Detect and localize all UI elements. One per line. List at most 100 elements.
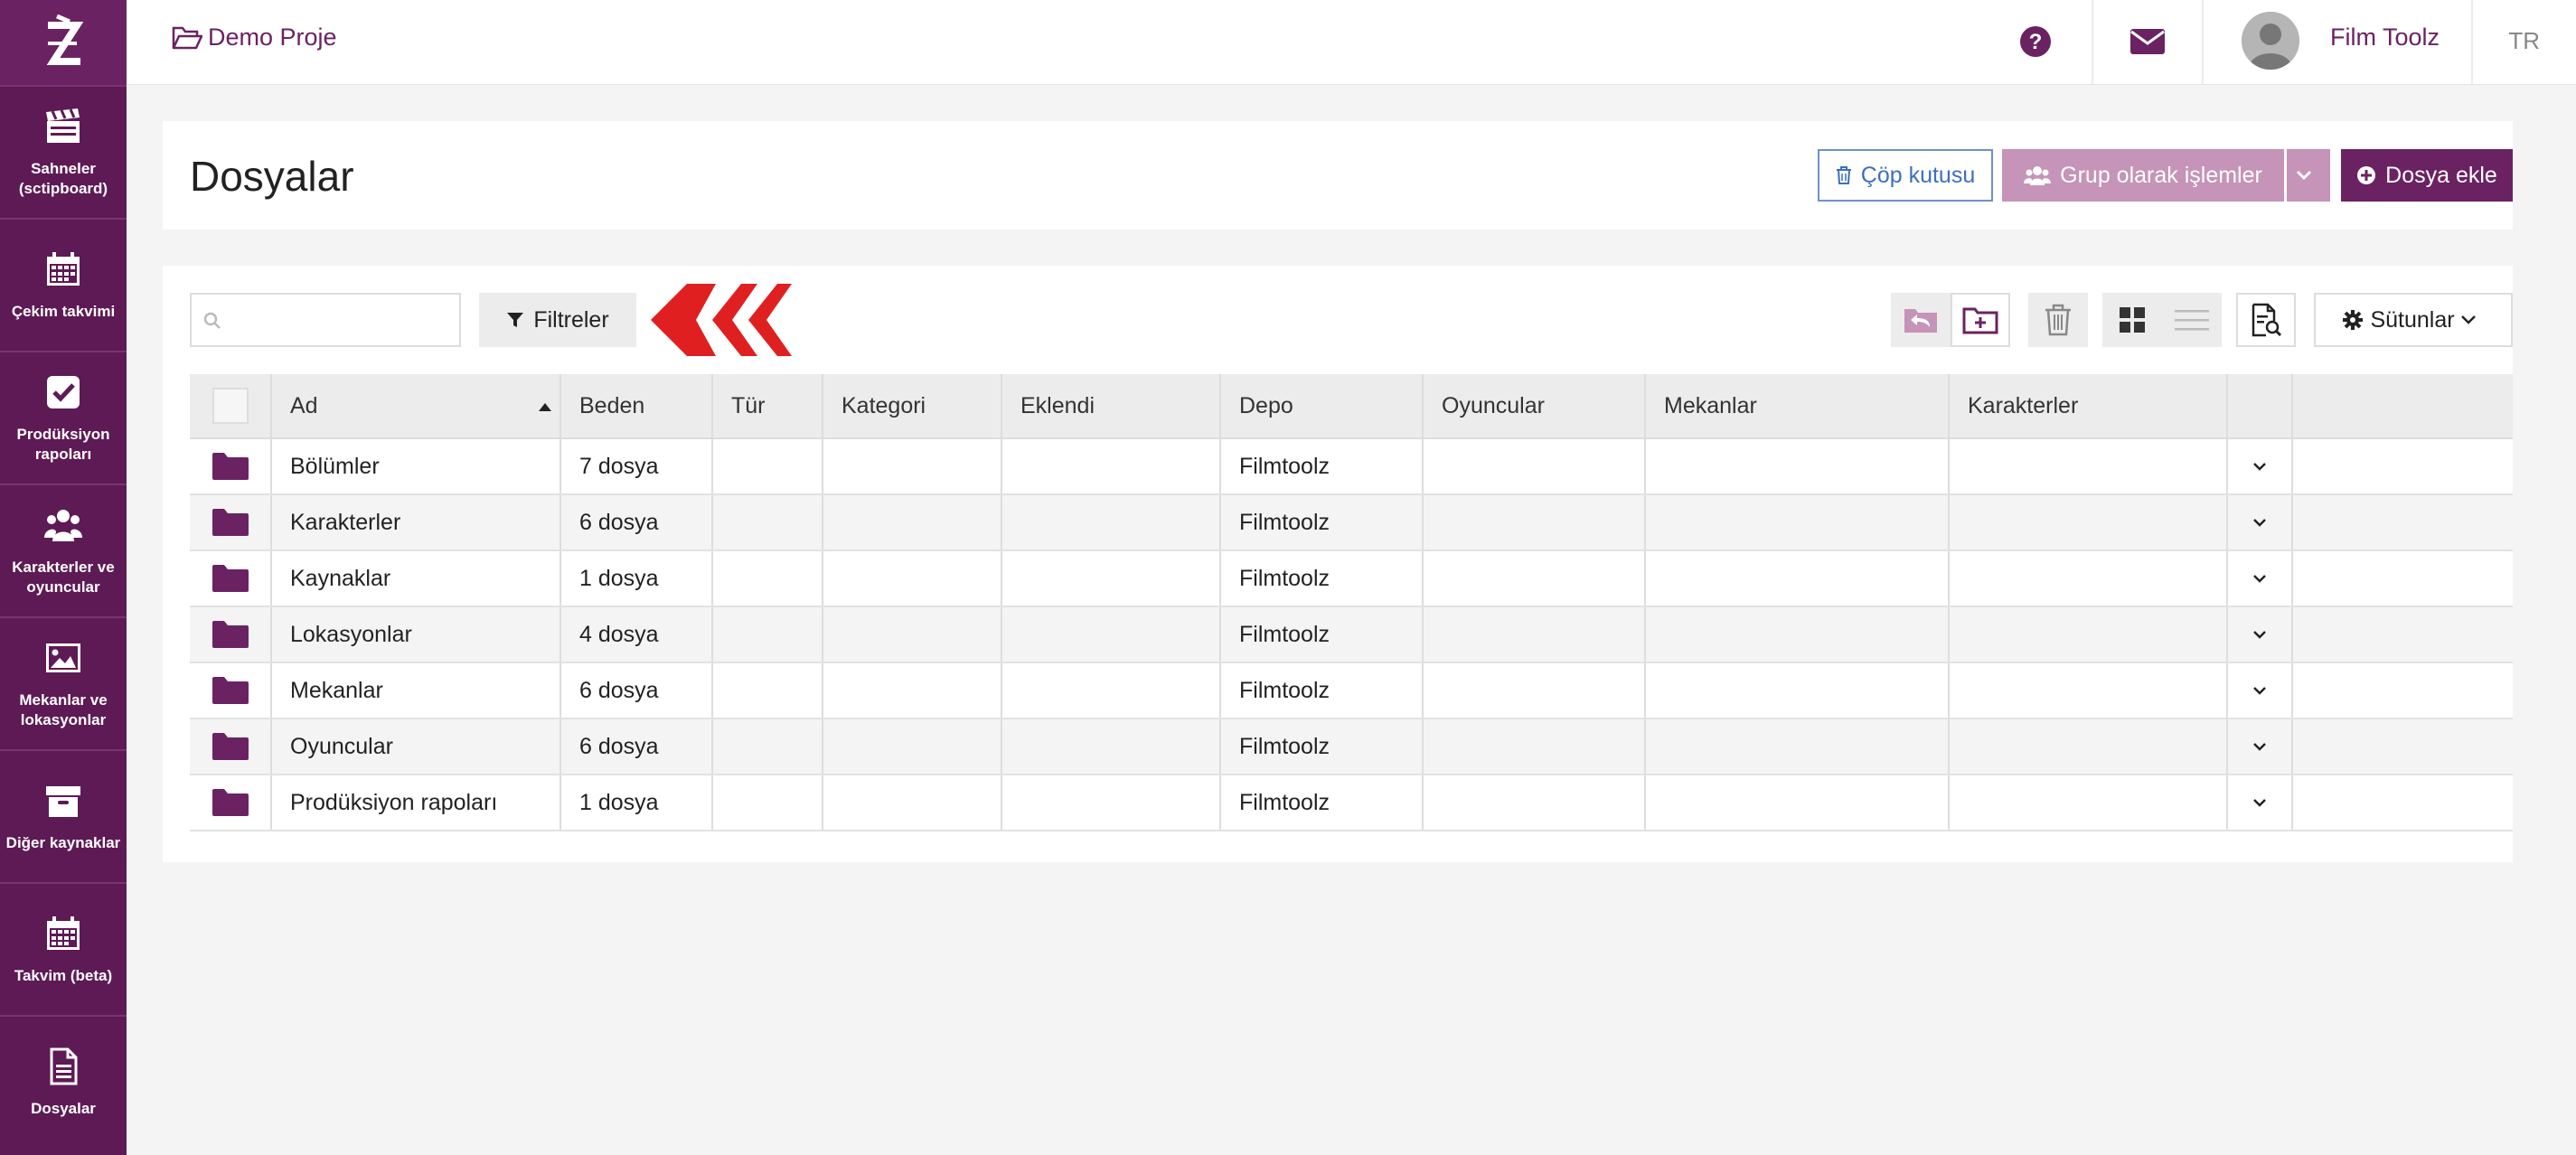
page-header: Dosyalar Çöp kutusu Grup olarak işlemler… (163, 121, 2513, 230)
sidebar-item-characters-actors[interactable]: Karakterler ve oyuncular (0, 484, 127, 616)
chevron-down-icon (2460, 315, 2476, 324)
help-icon[interactable]: ? (2019, 25, 2052, 58)
folder-cell (190, 495, 272, 549)
column-header-locations[interactable]: Mekanlar (1646, 374, 1950, 437)
column-header-storage[interactable]: Depo (1221, 374, 1424, 437)
chevron-down-icon[interactable] (2252, 461, 2268, 472)
characters-cell (1950, 607, 2228, 662)
language-switch[interactable]: TR (2508, 27, 2540, 55)
actors-cell (1424, 551, 1646, 606)
folder-cell (190, 663, 272, 718)
sidebar-item-production-reports[interactable]: Prodüksiyon rapoları (0, 351, 127, 484)
file-search-button[interactable] (2236, 293, 2296, 347)
sidebar-item-files[interactable]: Dosyalar (0, 1015, 127, 1148)
top-bar: Demo Proje ? Film Toolz TR (127, 0, 2576, 85)
table-row[interactable]: Oyuncular 6 dosya Filmtoolz (190, 719, 2513, 775)
table-row[interactable]: Karakterler 6 dosya Filmtoolz (190, 495, 2513, 551)
chevron-down-icon (2296, 170, 2312, 181)
sidebar-item-calendar-beta[interactable]: Takvim (beta) (0, 882, 127, 1015)
actors-cell (1424, 663, 1646, 718)
chevron-down-icon[interactable] (2252, 741, 2268, 752)
folder-cell (190, 775, 272, 830)
storage-cell: Filmtoolz (1221, 663, 1424, 718)
search-box[interactable] (190, 293, 461, 347)
chevron-down-icon[interactable] (2252, 685, 2268, 696)
sidebar-item-places-locations[interactable]: Mekanlar ve lokasyonlar (0, 616, 127, 749)
new-folder-button[interactable] (1951, 293, 2010, 347)
row-actions-cell (2228, 607, 2293, 662)
folder-cell (190, 439, 272, 493)
added-cell (1002, 439, 1221, 493)
column-header-type[interactable]: Tür (713, 374, 823, 437)
name-cell[interactable]: Oyuncular (272, 719, 561, 774)
filters-label: Filtreler (533, 306, 609, 333)
chevron-down-icon[interactable] (2252, 517, 2268, 528)
filler-cell (2293, 495, 2513, 549)
column-header-category[interactable]: Kategori (823, 374, 1002, 437)
column-header-size[interactable]: Beden (561, 374, 713, 437)
size-cell: 6 dosya (561, 719, 713, 774)
add-file-button[interactable]: Dosya ekle (2341, 149, 2513, 202)
group-actions-button[interactable]: Grup olarak işlemler (2002, 149, 2284, 202)
app-logo[interactable] (0, 0, 127, 85)
table-row[interactable]: Kaynaklar 1 dosya Filmtoolz (190, 551, 2513, 607)
column-header-characters[interactable]: Karakterler (1950, 374, 2228, 437)
name-cell[interactable]: Karakterler (272, 495, 561, 549)
columns-button[interactable]: Sütunlar (2314, 293, 2513, 347)
row-actions-cell (2228, 775, 2293, 830)
archive-icon (46, 785, 80, 817)
move-back-button[interactable] (1891, 293, 1951, 347)
grid-view-button[interactable] (2102, 293, 2162, 347)
sidebar-item-label: Çekim takvimi (11, 302, 116, 320)
chevron-down-icon[interactable] (2252, 797, 2268, 808)
name-cell[interactable]: Prodüksiyon rapoları (272, 775, 561, 830)
breadcrumb[interactable]: Demo Proje (172, 23, 337, 52)
sidebar-item-label: Prodüksiyon rapoları (16, 425, 110, 463)
sidebar-item-label: Dosyalar (31, 1099, 96, 1117)
row-actions-cell (2228, 495, 2293, 549)
filler-cell (2293, 719, 2513, 774)
name-cell[interactable]: Bölümler (272, 439, 561, 493)
user-name[interactable]: Film Toolz (2330, 23, 2440, 52)
files-panel: Filtreler Sütunlar Ad Beden Tür Kategori… (163, 266, 2513, 862)
sidebar-item-shooting-schedule[interactable]: Çekim takvimi (0, 218, 127, 351)
delete-button[interactable] (2028, 293, 2088, 347)
characters-cell (1950, 663, 2228, 718)
table-row[interactable]: Bölümler 7 dosya Filmtoolz (190, 439, 2513, 495)
select-all-checkbox[interactable] (212, 388, 249, 424)
list-view-button[interactable] (2162, 293, 2222, 347)
column-header-actors[interactable]: Oyuncular (1424, 374, 1646, 437)
column-header-name[interactable]: Ad (272, 374, 561, 437)
characters-cell (1950, 551, 2228, 606)
trash-button[interactable]: Çöp kutusu (1818, 149, 1993, 202)
characters-cell (1950, 439, 2228, 493)
search-input[interactable] (228, 304, 445, 336)
sort-asc-icon[interactable] (538, 401, 552, 412)
sidebar-item-label: Takvim (beta) (14, 966, 113, 984)
chevron-down-icon[interactable] (2252, 629, 2268, 640)
group-actions-dropdown[interactable] (2287, 149, 2330, 202)
folder-icon (212, 509, 249, 536)
page-title: Dosyalar (190, 153, 354, 200)
table-row[interactable]: Lokasyonlar 4 dosya Filmtoolz (190, 607, 2513, 663)
name-cell[interactable]: Lokasyonlar (272, 607, 561, 662)
table-row[interactable]: Mekanlar 6 dosya Filmtoolz (190, 663, 2513, 719)
sidebar-item-other-resources[interactable]: Diğer kaynaklar (0, 749, 127, 882)
sidebar-item-scenes[interactable]: Sahneler (sctipboard) (0, 85, 127, 218)
name-cell[interactable]: Mekanlar (272, 663, 561, 718)
filters-button[interactable]: Filtreler (479, 293, 636, 347)
column-header-added[interactable]: Eklendi (1002, 374, 1221, 437)
folder-cell (190, 719, 272, 774)
avatar[interactable] (2242, 12, 2299, 70)
added-cell (1002, 719, 1221, 774)
table-row[interactable]: Prodüksiyon rapoları 1 dosya Filmtoolz (190, 775, 2513, 831)
chevron-down-icon[interactable] (2252, 573, 2268, 584)
category-cell (823, 495, 1002, 549)
type-cell (713, 775, 823, 830)
clapperboard-icon (46, 108, 80, 143)
filler-cell (2293, 551, 2513, 606)
column-header-actions (2228, 374, 2293, 437)
mail-icon[interactable] (2129, 27, 2166, 56)
name-cell[interactable]: Kaynaklar (272, 551, 561, 606)
type-cell (713, 719, 823, 774)
